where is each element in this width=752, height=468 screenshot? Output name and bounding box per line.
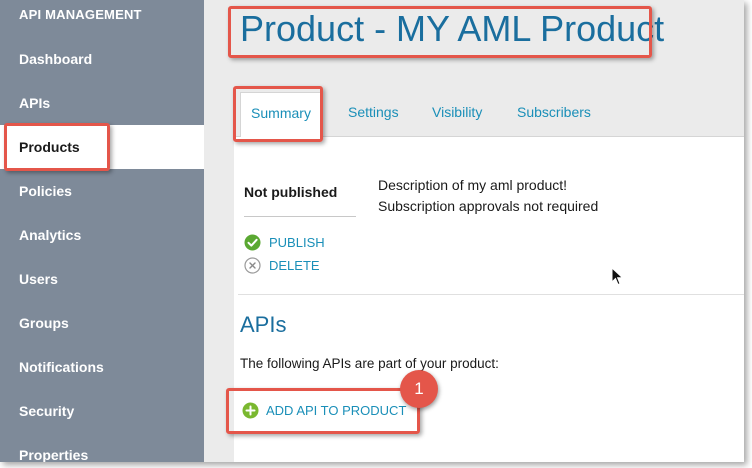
sidebar-item-groups[interactable]: Groups [0,301,204,345]
tab-summary[interactable]: Summary [240,92,322,137]
tab-settings[interactable]: Settings [348,104,399,120]
sidebar-item-properties[interactable]: Properties [0,433,204,462]
add-api-button[interactable]: ADD API TO PRODUCT [242,402,406,419]
product-card: Summary Settings Visibility Subscribers … [234,90,744,462]
tab-subscribers[interactable]: Subscribers [517,104,591,120]
sidebar-item-notifications[interactable]: Notifications [0,345,204,389]
publish-status: Not published [244,184,338,200]
sidebar-item-policies[interactable]: Policies [0,169,204,213]
sidebar-item-analytics[interactable]: Analytics [0,213,204,257]
sidebar-item-users[interactable]: Users [0,257,204,301]
delete-label: DELETE [269,258,320,273]
tab-visibility[interactable]: Visibility [432,104,482,120]
apis-section-title: APIs [240,312,287,337]
product-description: Description of my aml product! [378,177,568,193]
app-window: API MANAGEMENT Dashboard APIs Products P… [0,0,744,462]
section-divider [238,294,744,295]
plus-circle-icon [242,402,259,419]
sidebar-item-products[interactable]: Products [0,125,204,169]
add-api-label: ADD API TO PRODUCT [266,403,407,418]
status-divider [244,216,356,217]
sidebar-item-apis[interactable]: APIs [0,81,204,125]
publish-link[interactable]: PUBLISH [244,234,325,251]
page-title: Product - MY AML Product [240,8,665,49]
publish-label: PUBLISH [269,235,325,250]
sidebar-title: API MANAGEMENT [19,7,142,22]
sidebar-item-security[interactable]: Security [0,389,204,433]
sidebar: API MANAGEMENT Dashboard APIs Products P… [0,0,204,462]
main-content: Product - MY AML Product Summary Setting… [204,0,744,462]
apis-section-text: The following APIs are part of your prod… [240,356,499,371]
mouse-cursor-icon [611,267,624,286]
sidebar-item-dashboard[interactable]: Dashboard [0,37,204,81]
check-circle-icon [244,234,261,251]
approval-text: Subscription approvals not required [378,198,599,214]
step-badge: 1 [400,370,438,408]
x-circle-icon [244,257,261,274]
delete-link[interactable]: DELETE [244,257,320,274]
